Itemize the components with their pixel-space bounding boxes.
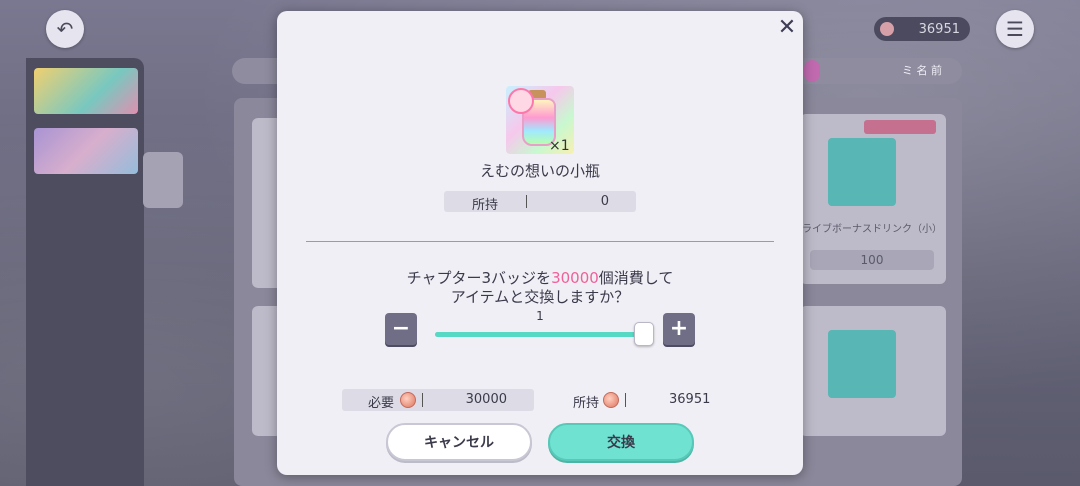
quantity-value: 1	[536, 309, 544, 323]
cancel-label: キャンセル	[424, 435, 494, 451]
message-suffix: 個消費して	[598, 269, 674, 287]
owned-value: 0	[600, 194, 609, 209]
badge-owned: 所持 36951	[573, 389, 723, 411]
back-button[interactable]: ↶	[46, 10, 84, 48]
shop-card[interactable]	[800, 306, 946, 436]
hamburger-icon: ☰	[1006, 17, 1024, 41]
divider	[306, 241, 774, 242]
close-icon: ✕	[777, 15, 797, 40]
tab-selected-marker	[804, 60, 820, 82]
separator	[526, 195, 527, 208]
item-name: えむの想いの小瓶	[479, 162, 600, 180]
item-thumbnail	[828, 138, 896, 206]
required-cost: 必要 30000	[342, 389, 534, 411]
side-tab[interactable]	[143, 152, 183, 208]
character-face-icon	[508, 88, 534, 114]
event-banner-1[interactable]	[34, 68, 138, 114]
have-label: 所持	[573, 396, 600, 411]
increase-button[interactable]: +	[663, 313, 695, 345]
message-prefix: チャプター3バッジを	[406, 269, 552, 287]
card-price: 100	[810, 250, 934, 270]
item-quantity: ×1	[549, 138, 570, 154]
message-line2: アイテムと交換しますか？	[450, 288, 630, 306]
menu-button[interactable]: ☰	[996, 10, 1034, 48]
tab-label: ミ 名 前	[902, 64, 942, 77]
back-arrow-icon: ↶	[56, 17, 74, 41]
separator	[625, 393, 626, 407]
exchange-label: 交換	[607, 435, 635, 451]
minus-icon: −	[391, 316, 411, 341]
coin-counter: 36951	[874, 17, 970, 41]
separator	[422, 393, 423, 407]
card-item-name: ライブボーナスドリンク（小）	[802, 224, 942, 235]
coin-icon	[880, 22, 894, 36]
chapter-badge-icon	[400, 392, 416, 408]
plus-icon: +	[669, 316, 689, 341]
have-value: 36951	[669, 392, 711, 407]
coin-count: 36951	[918, 21, 960, 37]
close-button[interactable]: ✕	[774, 15, 800, 41]
event-sidebar	[26, 58, 144, 486]
required-value: 30000	[465, 392, 507, 407]
item-thumbnail	[828, 330, 896, 398]
exchange-dialog: ✕ ×1 えむの想いの小瓶 所持 0 チャプター3バッジを30000個消費して …	[277, 11, 803, 475]
chapter-badge-icon	[603, 392, 619, 408]
quantity-slider[interactable]	[435, 332, 645, 337]
owned-count: 所持 0	[444, 191, 636, 213]
slider-handle[interactable]	[634, 322, 654, 346]
confirm-message: チャプター3バッジを30000個消費して アイテムと交換しますか？	[277, 269, 803, 307]
shop-card[interactable]: ライブボーナスドリンク（小） 100	[800, 114, 946, 284]
event-banner-2[interactable]	[34, 128, 138, 174]
exchange-button[interactable]: 交換	[548, 423, 694, 461]
decrease-button[interactable]: −	[385, 313, 417, 345]
message-amount: 30000	[551, 269, 599, 287]
required-label: 必要	[368, 396, 395, 411]
cancel-button[interactable]: キャンセル	[386, 423, 532, 461]
owned-label: 所持	[472, 198, 499, 213]
limit-tag	[864, 120, 936, 134]
slider-fill	[435, 332, 645, 337]
